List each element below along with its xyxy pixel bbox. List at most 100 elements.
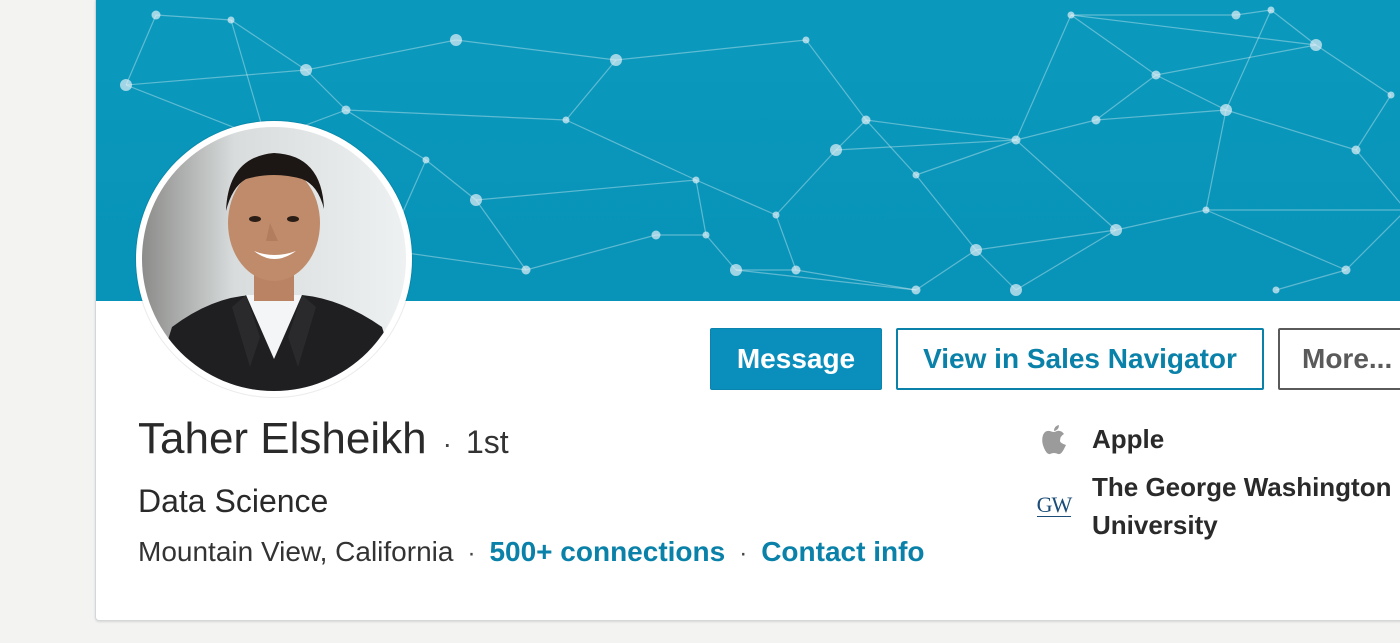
network-edge bbox=[1155, 44, 1317, 76]
network-edge bbox=[695, 179, 777, 216]
network-node bbox=[1387, 91, 1395, 99]
network-node bbox=[912, 171, 920, 179]
network-edge bbox=[475, 199, 527, 271]
network-edge bbox=[1225, 109, 1357, 151]
network-edge bbox=[805, 39, 867, 121]
connections-link[interactable]: 500+ connections bbox=[489, 536, 725, 568]
network-edge bbox=[735, 269, 917, 291]
network-edge bbox=[305, 69, 347, 111]
network-edge bbox=[1015, 14, 1072, 141]
school-name-line2: University bbox=[1092, 510, 1218, 540]
contact-info-link[interactable]: Contact info bbox=[761, 536, 924, 568]
network-edge bbox=[795, 269, 917, 291]
network-edge bbox=[155, 14, 232, 21]
network-node bbox=[651, 230, 661, 240]
network-node bbox=[702, 231, 710, 239]
network-node bbox=[1110, 224, 1122, 236]
meta-separator: · bbox=[467, 540, 476, 567]
network-node bbox=[227, 16, 235, 24]
network-edge bbox=[1315, 44, 1392, 96]
network-edge bbox=[975, 249, 1017, 291]
network-edge bbox=[975, 229, 1117, 251]
network-edge bbox=[705, 234, 737, 271]
network-node bbox=[450, 34, 462, 46]
network-edge bbox=[1015, 119, 1097, 141]
network-edge bbox=[1345, 215, 1400, 271]
profile-sidebar: Apple GW The George Washington Universit… bbox=[1031, 420, 1391, 544]
apple-logo-icon bbox=[1031, 420, 1077, 460]
more-button[interactable]: More... bbox=[1278, 328, 1400, 390]
network-node bbox=[730, 264, 742, 276]
school-name-line1: The George Washington bbox=[1092, 472, 1392, 502]
network-edge bbox=[865, 119, 1017, 141]
network-node bbox=[341, 105, 351, 115]
network-edge bbox=[305, 39, 457, 71]
network-edge bbox=[1095, 74, 1157, 121]
network-node bbox=[1011, 135, 1021, 145]
school-item[interactable]: GW The George Washington University bbox=[1031, 468, 1391, 544]
profile-name: Taher Elsheikh bbox=[138, 414, 427, 463]
network-edge bbox=[1095, 109, 1227, 121]
network-node bbox=[470, 194, 482, 206]
profile-card: Message View in Sales Navigator More... … bbox=[95, 0, 1400, 621]
gw-logo-text: GW bbox=[1036, 491, 1072, 517]
network-node bbox=[1067, 11, 1075, 19]
network-node bbox=[1202, 206, 1210, 214]
network-node bbox=[1220, 104, 1232, 116]
network-edge bbox=[565, 119, 697, 181]
network-node bbox=[1310, 39, 1322, 51]
degree-separator: · bbox=[442, 428, 452, 459]
network-node bbox=[1272, 286, 1280, 294]
profile-meta: Mountain View, California · 500+ connect… bbox=[138, 536, 925, 568]
network-edge bbox=[565, 59, 617, 121]
network-edge bbox=[525, 234, 657, 271]
network-node bbox=[692, 176, 700, 184]
network-node bbox=[1267, 6, 1275, 14]
gw-logo-icon: GW bbox=[1031, 468, 1077, 542]
view-in-sales-navigator-button[interactable]: View in Sales Navigator bbox=[896, 328, 1264, 390]
profile-avatar[interactable] bbox=[136, 121, 412, 397]
network-edge bbox=[835, 139, 1017, 151]
network-node bbox=[120, 79, 132, 91]
network-edge bbox=[915, 174, 977, 251]
school-name: The George Washington University bbox=[1092, 468, 1391, 544]
network-edge bbox=[1205, 109, 1227, 211]
network-edge bbox=[425, 159, 477, 201]
network-node bbox=[1341, 265, 1351, 275]
network-edge bbox=[915, 249, 977, 291]
network-node bbox=[300, 64, 312, 76]
network-node bbox=[802, 36, 810, 44]
network-node bbox=[911, 285, 921, 295]
name-row: Taher Elsheikh · 1st bbox=[138, 414, 509, 464]
network-edge bbox=[1275, 269, 1347, 291]
network-node bbox=[772, 211, 780, 219]
network-edge bbox=[1235, 9, 1272, 16]
network-edge bbox=[125, 69, 307, 86]
network-edge bbox=[475, 179, 697, 201]
network-edge bbox=[1015, 139, 1117, 231]
network-edge bbox=[1015, 229, 1117, 291]
network-edge bbox=[1205, 209, 1347, 271]
network-edge bbox=[1355, 94, 1392, 151]
network-edge bbox=[345, 109, 567, 121]
network-edge bbox=[230, 19, 307, 71]
company-item[interactable]: Apple bbox=[1031, 420, 1391, 460]
network-node bbox=[970, 244, 982, 256]
meta-separator: · bbox=[739, 540, 748, 567]
network-node bbox=[1010, 284, 1022, 296]
network-node bbox=[422, 156, 430, 164]
network-edge bbox=[1115, 209, 1207, 231]
network-node bbox=[1231, 10, 1241, 20]
network-node bbox=[562, 116, 570, 124]
network-edge bbox=[455, 39, 617, 61]
message-button[interactable]: Message bbox=[710, 328, 882, 390]
network-node bbox=[791, 265, 801, 275]
network-edge bbox=[695, 179, 707, 236]
network-node bbox=[521, 265, 531, 275]
connection-degree: 1st bbox=[465, 424, 509, 460]
network-edge bbox=[1355, 149, 1400, 204]
network-edge bbox=[125, 14, 157, 86]
profile-location: Mountain View, California bbox=[138, 536, 454, 567]
company-name: Apple bbox=[1092, 424, 1165, 454]
network-edge bbox=[835, 119, 867, 151]
